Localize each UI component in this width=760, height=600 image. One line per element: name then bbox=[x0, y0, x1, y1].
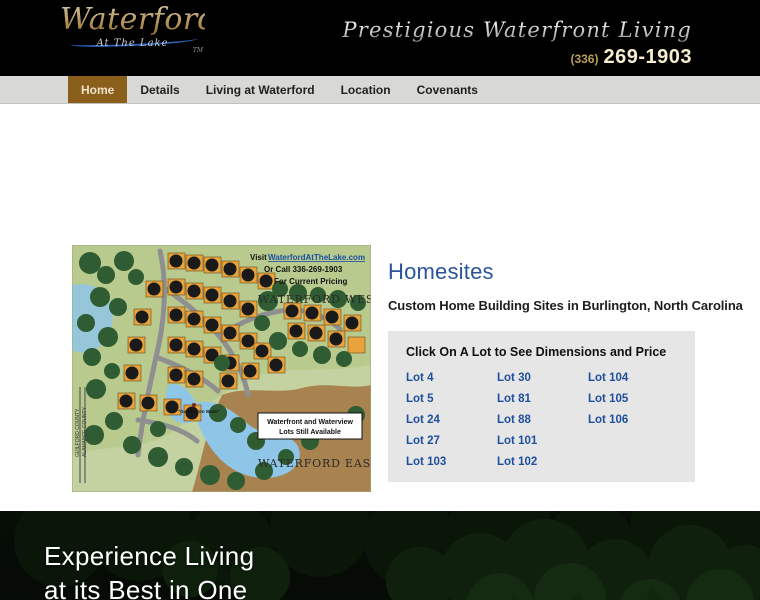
map-county-label-bottom: ALAMANCE COUNTY bbox=[82, 406, 88, 457]
nav-item-location[interactable]: Location bbox=[328, 76, 404, 103]
main-content: GUILFORD COUNTY ALAMANCE COUNTY Visit Wa… bbox=[0, 104, 760, 511]
nav-item-covenants[interactable]: Covenants bbox=[404, 76, 491, 103]
lot-link[interactable]: Lot 5 bbox=[406, 393, 497, 405]
lot-link[interactable]: Lot 30 bbox=[497, 372, 588, 384]
lot-link[interactable]: Lot 81 bbox=[497, 393, 588, 405]
lot-columns: Lot 4 Lot 5 Lot 24 Lot 27 Lot 103 Lot 30… bbox=[406, 372, 679, 468]
lot-list-box: Click On A Lot to See Dimensions and Pri… bbox=[388, 331, 695, 482]
site-header: Waterford At The Lake TM Prestigious Wat… bbox=[0, 0, 760, 76]
lot-link[interactable]: Lot 106 bbox=[588, 414, 679, 426]
svg-text:Visit: Visit bbox=[250, 253, 267, 262]
svg-text:For Current Pricing: For Current Pricing bbox=[274, 277, 347, 286]
nav-item-living-at-waterford[interactable]: Living at Waterford bbox=[193, 76, 328, 103]
lot-column-1: Lot 4 Lot 5 Lot 24 Lot 27 Lot 103 bbox=[406, 372, 497, 468]
lot-link[interactable]: Lot 101 bbox=[497, 435, 588, 447]
logo-tagline: At The Lake bbox=[96, 38, 169, 49]
phone-area-code: (336) bbox=[570, 52, 599, 66]
hero-headline-line2: at its Best in One bbox=[44, 575, 248, 600]
logo-trademark-icon: TM bbox=[192, 47, 203, 54]
lot-link[interactable]: Lot 4 bbox=[406, 372, 497, 384]
svg-text:WATERFORD WEST: WATERFORD WEST bbox=[258, 293, 371, 306]
svg-text:WaterfordAtTheLake.com: WaterfordAtTheLake.com bbox=[268, 253, 365, 262]
lot-link[interactable]: Lot 24 bbox=[406, 414, 497, 426]
svg-text:"Gardian On Water": "Gardian On Water" bbox=[178, 409, 220, 414]
svg-text:Or Call 336-269-1903: Or Call 336-269-1903 bbox=[264, 265, 343, 274]
lot-link[interactable]: Lot 88 bbox=[497, 414, 588, 426]
lot-list-heading: Click On A Lot to See Dimensions and Pri… bbox=[406, 345, 667, 359]
phone-number: 269-1903 bbox=[603, 46, 692, 68]
site-logo[interactable]: Waterford At The Lake TM bbox=[60, 2, 218, 56]
lot-link[interactable]: Lot 27 bbox=[406, 435, 497, 447]
svg-text:Waterfront and Waterview: Waterfront and Waterview bbox=[267, 419, 353, 426]
logo-wordmark: Waterford bbox=[60, 2, 218, 37]
main-navigation: Home Details Living at Waterford Locatio… bbox=[0, 76, 760, 104]
homesites-panel: Homesites Custom Home Building Sites in … bbox=[388, 259, 743, 482]
lot-link[interactable]: Lot 103 bbox=[406, 456, 497, 468]
svg-text:WATERFORD EAST: WATERFORD EAST bbox=[258, 457, 371, 470]
nav-item-home[interactable]: Home bbox=[68, 76, 128, 103]
hero-headline-line1: Experience Living bbox=[44, 541, 255, 571]
page-subtitle: Custom Home Building Sites in Burlington… bbox=[388, 298, 743, 313]
lot-link[interactable]: Lot 105 bbox=[588, 393, 679, 405]
lot-column-3: Lot 104 Lot 105 Lot 106 bbox=[588, 372, 679, 468]
page-title: Homesites bbox=[388, 259, 494, 284]
lot-link[interactable]: Lot 102 bbox=[497, 456, 588, 468]
map-county-label-top: GUILFORD COUNTY bbox=[75, 408, 81, 457]
header-phone[interactable]: (336) 269-1903 bbox=[570, 46, 692, 69]
plat-map-image[interactable]: GUILFORD COUNTY ALAMANCE COUNTY Visit Wa… bbox=[72, 245, 371, 492]
lot-column-2: Lot 30 Lot 81 Lot 88 Lot 101 Lot 102 bbox=[497, 372, 588, 468]
hero-section: Experience Living at its Best in One bbox=[0, 511, 760, 600]
map-callout-box: Waterfront and Waterview Lots Still Avai… bbox=[257, 412, 363, 440]
svg-text:Lots Still Available: Lots Still Available bbox=[279, 429, 341, 436]
lot-link[interactable]: Lot 104 bbox=[588, 372, 679, 384]
header-tagline: Prestigious Waterfront Living bbox=[342, 18, 692, 42]
hero-headline: Experience Living at its Best in One bbox=[44, 539, 254, 600]
nav-item-details[interactable]: Details bbox=[127, 76, 192, 103]
